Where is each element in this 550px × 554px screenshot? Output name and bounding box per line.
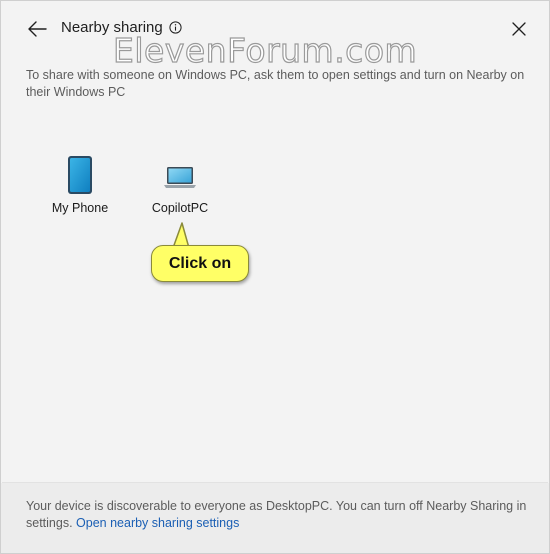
device-label: CopilotPC: [151, 201, 209, 215]
device-label: My Phone: [51, 201, 109, 215]
nearby-sharing-window: Nearby sharing ElevenForum.com To share …: [0, 0, 550, 554]
device-my-phone[interactable]: My Phone: [47, 155, 113, 215]
back-button[interactable]: [21, 13, 53, 45]
open-nearby-sharing-settings-link[interactable]: Open nearby sharing settings: [76, 516, 239, 530]
laptop-icon: [164, 167, 196, 188]
watermark: ElevenForum.com: [112, 30, 418, 70]
instructions-text: To share with someone on Windows PC, ask…: [26, 68, 525, 99]
device-copilotpc[interactable]: CopilotPC: [147, 155, 213, 215]
back-arrow-icon: [28, 21, 47, 37]
close-icon: [512, 22, 526, 36]
close-button[interactable]: [503, 13, 535, 45]
footer-text: Your device is discoverable to everyone …: [26, 498, 531, 532]
phone-icon: [68, 156, 92, 194]
click-on-callout: Click on: [151, 245, 249, 282]
footer: Your device is discoverable to everyone …: [1, 483, 549, 553]
